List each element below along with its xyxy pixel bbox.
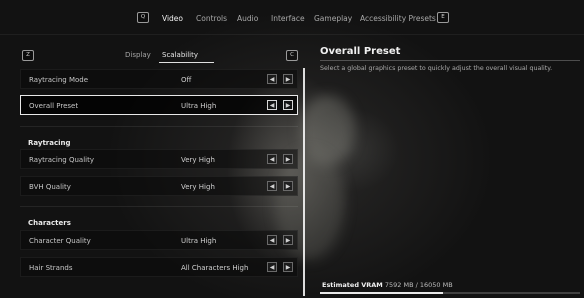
setting-value: Ultra High: [181, 102, 217, 110]
setting-label: Raytracing Quality: [29, 156, 94, 164]
chevron-right-icon[interactable]: ▶: [283, 235, 293, 245]
chevron-left-icon[interactable]: ◀: [267, 154, 277, 164]
setting-label: Character Quality: [29, 237, 91, 245]
setting-label: Hair Strands: [29, 264, 73, 272]
chevron-right-icon[interactable]: ▶: [283, 262, 293, 272]
next-tab-key-icon[interactable]: E: [437, 12, 449, 23]
setting-overall-preset[interactable]: Overall Preset Ultra High ◀ ▶: [20, 95, 298, 115]
vram-label: Estimated VRAM: [322, 281, 383, 289]
vram-bar: [320, 292, 580, 294]
tab-audio[interactable]: Audio: [237, 14, 258, 23]
panel-title: Overall Preset: [320, 46, 401, 57]
chevron-right-icon[interactable]: ▶: [283, 74, 293, 84]
setting-value: Ultra High: [181, 237, 217, 245]
setting-raytracing-mode[interactable]: Raytracing Mode Off ◀ ▶: [20, 69, 298, 89]
top-navigation: Q Video Controls Audio Interface Gamepla…: [0, 0, 584, 36]
tab-interface[interactable]: Interface: [271, 14, 305, 23]
setting-label: Overall Preset: [29, 102, 79, 110]
vram-value: 7592 MB / 16050 MB: [384, 281, 453, 289]
prev-tab-key-icon[interactable]: Q: [137, 12, 149, 23]
chevron-left-icon[interactable]: ◀: [267, 100, 277, 110]
section-divider: [20, 126, 298, 127]
settings-list: Raytracing Mode Off ◀ ▶ Overall Preset U…: [18, 66, 300, 298]
chevron-left-icon[interactable]: ◀: [267, 181, 277, 191]
vram-readout: Estimated VRAM 7592 MB / 16050 MB: [322, 281, 453, 289]
subtab-scalability[interactable]: Scalability: [162, 51, 198, 59]
chevron-right-icon[interactable]: ▶: [283, 154, 293, 164]
setting-raytracing-quality[interactable]: Raytracing Quality Very High ◀ ▶: [20, 149, 298, 169]
tab-controls[interactable]: Controls: [196, 14, 227, 23]
tab-video[interactable]: Video: [162, 14, 183, 23]
chevron-right-icon[interactable]: ▶: [283, 100, 293, 110]
setting-label: Raytracing Mode: [29, 76, 89, 84]
chevron-right-icon[interactable]: ▶: [283, 181, 293, 191]
chevron-left-icon[interactable]: ◀: [267, 262, 277, 272]
tab-gameplay[interactable]: Gameplay: [314, 14, 352, 23]
setting-value: Very High: [181, 183, 215, 191]
prev-subtab-key-icon[interactable]: Z: [22, 50, 34, 61]
vram-bar-fill: [320, 292, 443, 294]
sub-navigation: Z Display Scalability C: [18, 48, 300, 63]
panel-description: Select a global graphics preset to quick…: [320, 65, 553, 72]
panel-divider: [320, 60, 580, 61]
setting-value: All Characters High: [181, 264, 249, 272]
settings-scrollbar[interactable]: [303, 68, 305, 296]
section-divider: [20, 206, 298, 207]
tab-accessibility-presets[interactable]: Accessibility Presets: [360, 14, 436, 23]
nav-divider: [0, 34, 584, 35]
section-title-raytracing: Raytracing: [28, 139, 71, 147]
setting-character-quality[interactable]: Character Quality Ultra High ◀ ▶: [20, 230, 298, 250]
setting-value: Off: [181, 76, 192, 84]
setting-value: Very High: [181, 156, 215, 164]
subtab-display[interactable]: Display: [125, 51, 151, 59]
chevron-left-icon[interactable]: ◀: [267, 74, 277, 84]
section-title-characters: Characters: [28, 219, 71, 227]
setting-hair-strands[interactable]: Hair Strands All Characters High ◀ ▶: [20, 257, 298, 277]
subtab-active-underline: [159, 62, 214, 63]
setting-label: BVH Quality: [29, 183, 71, 191]
next-subtab-key-icon[interactable]: C: [286, 50, 298, 61]
setting-bvh-quality[interactable]: BVH Quality Very High ◀ ▶: [20, 176, 298, 196]
chevron-left-icon[interactable]: ◀: [267, 235, 277, 245]
